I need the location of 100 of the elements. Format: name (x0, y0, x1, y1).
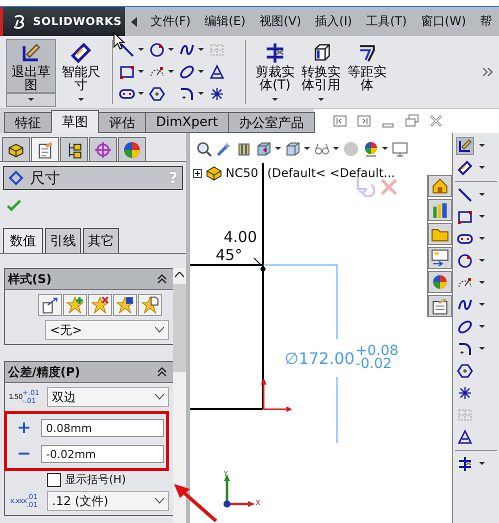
dropdown[interactable]: 双边 (47, 387, 169, 407)
caret-icon[interactable] (479, 259, 486, 263)
menu-item[interactable]: 插入(I) (308, 13, 360, 30)
caret-icon[interactable] (479, 215, 486, 219)
tool-button[interactable]: 等距实体 (344, 39, 390, 93)
point-icon[interactable] (457, 385, 474, 401)
tab[interactable]: 草图 (51, 110, 99, 133)
tab[interactable]: 数值 (3, 228, 43, 253)
scroll-up-icon[interactable] (174, 272, 184, 278)
menu-item[interactable]: 帮 (473, 13, 499, 30)
scrollbar[interactable] (172, 268, 186, 523)
spline-icon[interactable] (179, 42, 195, 58)
section-header[interactable]: 公差/精度(P) (5, 362, 173, 383)
text-icon[interactable] (457, 429, 474, 445)
task-pane-tab[interactable] (428, 175, 452, 197)
glasses-icon[interactable] (314, 141, 330, 157)
caret-icon[interactable] (138, 70, 144, 74)
checkbox[interactable] (47, 472, 61, 486)
menu-item[interactable]: 文件(F) (143, 13, 198, 30)
panel-tab[interactable] (2, 137, 30, 161)
caret-icon[interactable] (479, 237, 486, 241)
caret-icon[interactable] (138, 48, 144, 52)
tool-button[interactable]: 退出草图 (6, 39, 56, 93)
caret-icon[interactable] (28, 98, 34, 102)
tool-button[interactable]: 转换实体引用 (298, 39, 344, 93)
cylinder-icon[interactable] (236, 141, 252, 157)
tab[interactable]: 评估 (98, 112, 146, 133)
restore-icon[interactable] (404, 113, 420, 129)
panel-tab[interactable] (31, 137, 59, 161)
caret-icon[interactable] (198, 70, 204, 74)
dimension-icon[interactable] (457, 160, 474, 176)
caret-icon[interactable] (78, 98, 84, 102)
tile-right-icon[interactable] (356, 113, 372, 129)
chevron-right-icon[interactable] (483, 68, 493, 76)
task-pane-tab[interactable] (428, 247, 452, 269)
polygon-icon[interactable] (149, 86, 165, 102)
cube-icon[interactable] (256, 141, 272, 157)
ellipse-icon[interactable] (457, 319, 474, 335)
caret-icon[interactable] (332, 147, 339, 151)
input-field[interactable]: 0.08mm (41, 419, 164, 437)
caret-icon[interactable] (479, 462, 486, 466)
point-icon[interactable] (209, 86, 225, 102)
scissors-icon[interactable] (457, 456, 474, 472)
box-icon[interactable] (284, 141, 301, 157)
rectangle-icon[interactable] (119, 64, 135, 80)
caret-icon[interactable] (168, 70, 174, 74)
line-icon[interactable] (457, 187, 474, 203)
checkmark-icon[interactable] (6, 199, 22, 213)
scroll-thumb[interactable] (172, 284, 186, 372)
slot-icon[interactable] (457, 231, 474, 247)
spline-icon[interactable] (457, 297, 474, 313)
color-ball-icon[interactable] (362, 141, 379, 157)
wand-icon[interactable] (216, 141, 232, 157)
collapse-icon[interactable] (156, 274, 167, 284)
caret-icon[interactable] (198, 48, 204, 52)
menu-item[interactable]: 窗口(W) (414, 13, 473, 30)
circle-icon[interactable] (149, 42, 165, 58)
caret-icon[interactable] (479, 303, 486, 307)
slot-icon[interactable] (119, 86, 135, 102)
style-button[interactable] (88, 294, 112, 316)
magnifier-icon[interactable] (196, 141, 212, 157)
tab[interactable]: DimXpert (145, 112, 229, 133)
tab[interactable]: 其它 (83, 228, 119, 253)
caret-icon[interactable] (274, 147, 281, 151)
tool-button[interactable]: 剪裁实体(T) (252, 39, 298, 93)
caret-icon[interactable] (168, 48, 174, 52)
polygon-icon[interactable] (457, 363, 474, 379)
tile-left-icon[interactable] (332, 113, 348, 129)
caret-icon[interactable] (138, 92, 144, 96)
monitor-icon[interactable] (392, 141, 408, 157)
caret-icon[interactable] (382, 147, 388, 151)
expand-box-icon[interactable] (192, 168, 202, 178)
fillet-icon[interactable] (179, 86, 195, 102)
caret-icon[interactable] (479, 281, 486, 285)
menu-item[interactable]: 工具(T) (359, 13, 414, 30)
style-button[interactable] (62, 294, 87, 316)
rectangle-icon[interactable] (457, 209, 474, 225)
section-header[interactable]: 样式(S) (5, 269, 173, 290)
panel-tab[interactable] (118, 137, 146, 161)
caret-icon[interactable] (304, 147, 310, 151)
tab[interactable]: 办公室产品 (228, 112, 315, 133)
tab[interactable]: 特征 (4, 112, 52, 133)
dimension-text[interactable]: 45° (216, 246, 242, 264)
dropdown[interactable]: <无> (45, 320, 169, 340)
input-field[interactable]: -0.02mm (41, 445, 164, 463)
ellipse-icon[interactable] (179, 64, 195, 80)
line-icon[interactable] (119, 42, 135, 58)
caret-icon[interactable] (272, 98, 278, 102)
collapse-arrow-icon[interactable] (131, 16, 138, 26)
menu-item[interactable]: 编辑(E) (198, 13, 253, 30)
task-pane-tab[interactable] (428, 295, 452, 317)
menu-item[interactable]: 视图(V) (252, 13, 308, 30)
tab[interactable]: 引线 (45, 228, 81, 253)
style-button[interactable] (138, 294, 162, 316)
collapse-icon[interactable] (156, 367, 167, 377)
dropdown[interactable]: .12 (文件) (47, 491, 169, 511)
caret-icon[interactable] (479, 193, 486, 197)
style-button[interactable] (112, 294, 137, 316)
caret-icon[interactable] (318, 98, 324, 102)
fillet-icon[interactable] (457, 341, 474, 357)
